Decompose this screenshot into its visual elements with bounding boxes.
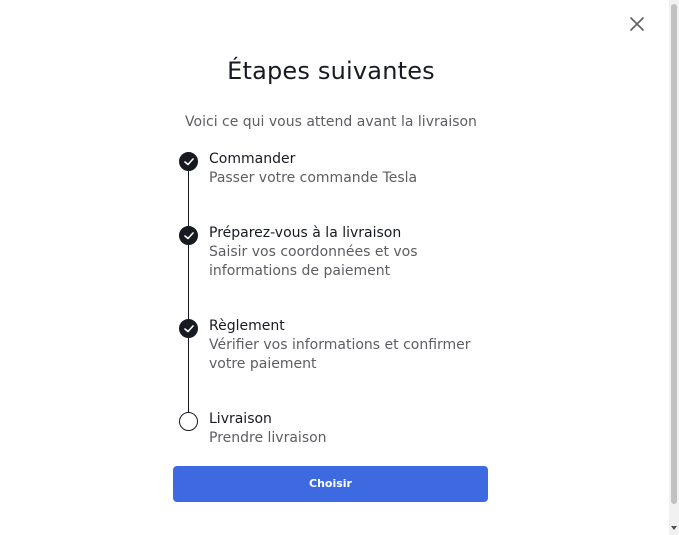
step-description: Prendre livraison [209, 430, 327, 446]
vertical-scrollbar[interactable] [669, 0, 679, 535]
scrollbar-thumb[interactable] [671, 4, 677, 504]
step-title: Commander [209, 151, 296, 167]
step-title: Livraison [209, 411, 272, 427]
step-description: votre paiement [209, 356, 317, 372]
step-completed-icon [179, 319, 198, 338]
choose-button[interactable]: Choisir [173, 466, 488, 502]
step-pending-icon [179, 412, 198, 431]
step-description: informations de paiement [209, 263, 391, 279]
step-completed-icon [179, 226, 198, 245]
step-title: Préparez-vous à la livraison [209, 225, 402, 241]
close-icon [630, 17, 644, 31]
timeline-connector [188, 162, 189, 420]
steps-timeline: Commander Passer votre commande Tesla Pr… [178, 150, 498, 450]
next-steps-modal: Étapes suivantes Voici ce qui vous atten… [0, 0, 669, 535]
step-description: Saisir vos coordonnées et vos [209, 244, 418, 260]
step-description: Vérifier vos informations et confirmer [209, 337, 471, 353]
step-description: Passer votre commande Tesla [209, 170, 418, 186]
modal-title: Étapes suivantes [227, 57, 435, 85]
step-title: Règlement [209, 318, 285, 334]
step-completed-icon [179, 152, 198, 171]
close-button[interactable] [626, 14, 648, 36]
modal-subtitle: Voici ce qui vous attend avant la livrai… [185, 114, 477, 130]
scroll-down-arrow-icon[interactable] [671, 526, 677, 530]
